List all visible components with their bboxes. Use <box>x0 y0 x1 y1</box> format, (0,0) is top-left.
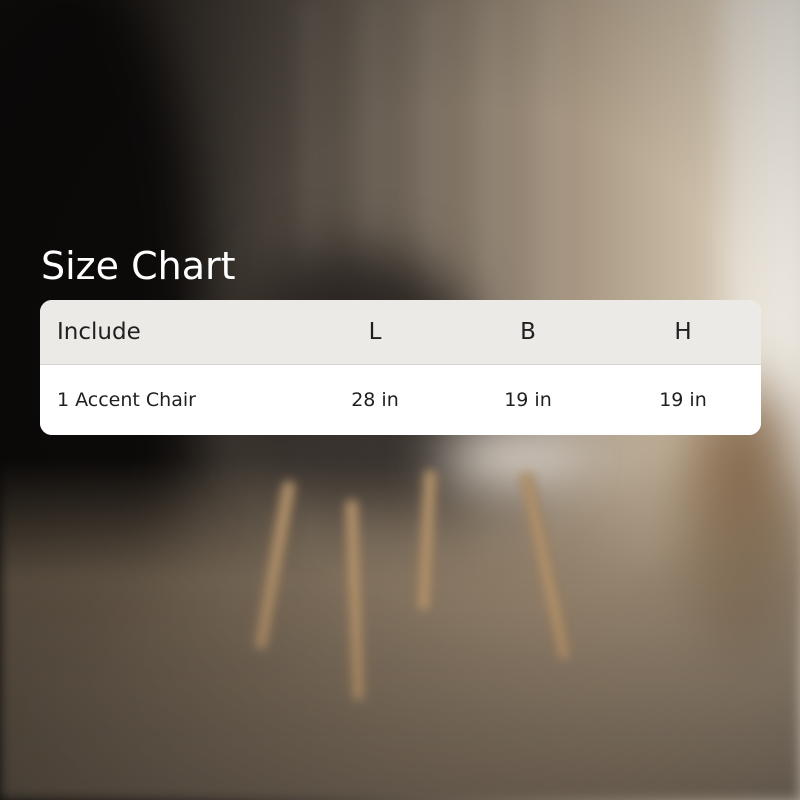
header-height: H <box>674 319 692 345</box>
header-include: Include <box>57 319 141 345</box>
header-length: L <box>368 319 382 345</box>
page-title: Size Chart <box>41 244 236 288</box>
cell-length: 28 in <box>351 389 399 411</box>
cell-item: 1 Accent Chair <box>57 389 196 411</box>
cell-breadth: 19 in <box>504 389 552 411</box>
size-chart-table: Include L B H 1 Accent Chair 28 in 19 in… <box>40 300 761 435</box>
header-breadth: B <box>520 319 536 345</box>
table-header-row: Include L B H <box>40 300 761 365</box>
table-row: 1 Accent Chair 28 in 19 in 19 in <box>40 365 761 435</box>
cell-height: 19 in <box>659 389 707 411</box>
